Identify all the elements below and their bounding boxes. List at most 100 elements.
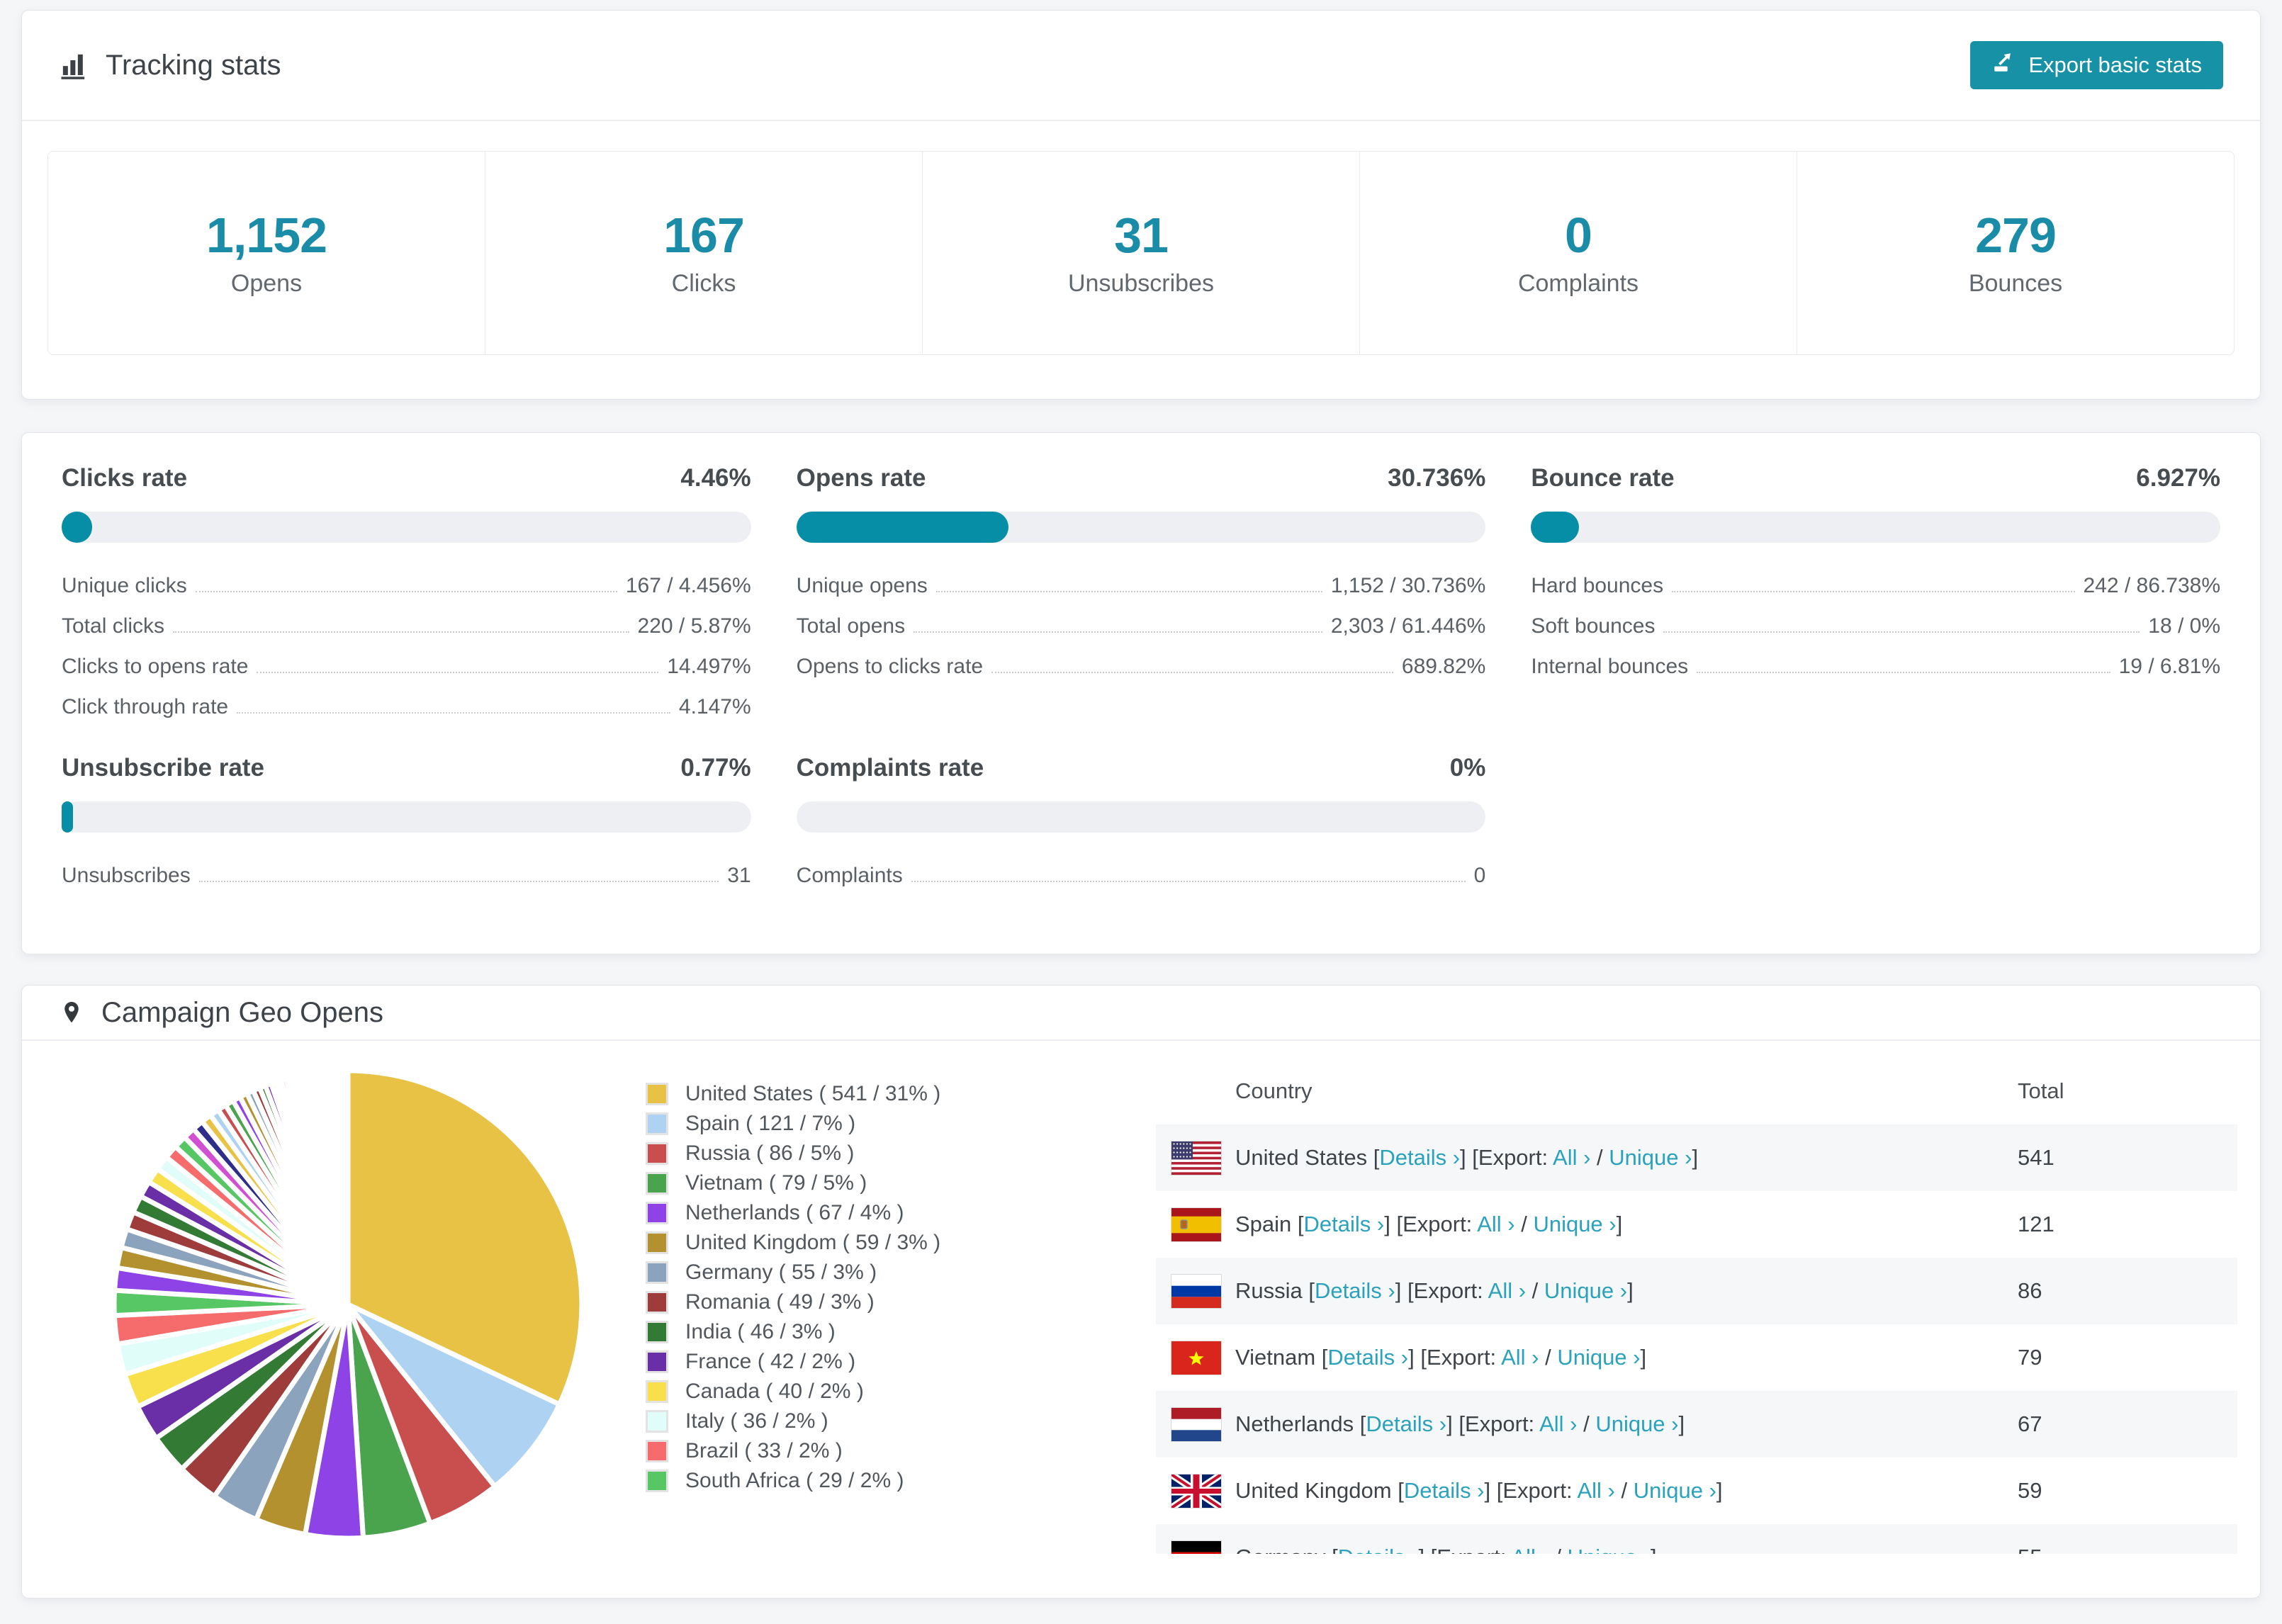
legend-swatch <box>646 1440 668 1462</box>
rate-value-complaints: 0% <box>1449 754 1486 782</box>
rate-rows-complaints: Complaints 0 <box>797 855 1486 896</box>
geo-opens-pie-chart <box>111 1068 585 1541</box>
export-basic-stats-button[interactable]: Export basic stats <box>1970 41 2223 89</box>
country-name: United Kingdom <box>1235 1478 1398 1503</box>
export-unique-link-vietnam[interactable]: Unique › <box>1557 1345 1640 1370</box>
rate-progress-fill-bounce <box>1531 512 1579 543</box>
legend-swatch <box>646 1261 668 1284</box>
rate-row-total-clicks: Total clicks 220 / 5.87% <box>62 606 751 646</box>
dotted-leader <box>1697 672 2110 673</box>
geo-table-row-germany: Germany [Details ›] [Export: All › / Uni… <box>1156 1524 2237 1554</box>
flag-cell <box>1156 1474 1235 1508</box>
country-cell-germany: Germany [Details ›] [Export: All › / Uni… <box>1235 1545 2018 1554</box>
legend-label: Vietnam ( 79 / 5% ) <box>685 1171 867 1195</box>
export-all-link-spain[interactable]: All › <box>1477 1212 1514 1236</box>
tracking-stats-title-group: Tracking stats <box>59 50 281 81</box>
flag-vn-icon <box>1171 1341 1221 1375</box>
total-cell-russia: 86 <box>2018 1278 2042 1303</box>
rate-title-clicks: Clicks rate <box>62 464 188 492</box>
rate-row-label: Soft bounces <box>1531 614 1656 638</box>
rate-head-complaints: Complaints rate 0% <box>797 755 1486 780</box>
rate-progress-fill-clicks <box>62 512 93 543</box>
export-all-link-netherlands[interactable]: All › <box>1539 1411 1577 1436</box>
geo-table-header-row: Country Total <box>1156 1058 2237 1124</box>
dotted-leader <box>935 591 1322 592</box>
export-basic-stats-label: Export basic stats <box>2028 52 2202 77</box>
rate-block-bounce: Bounce rate 6.927% Hard bounces 242 / 86.73… <box>1531 466 2220 727</box>
legend-swatch <box>646 1380 668 1403</box>
geo-table-row-netherlands: Netherlands [Details ›] [Export: All › /… <box>1156 1391 2237 1457</box>
flag-cell <box>1156 1407 1235 1441</box>
export-unique-link-spain[interactable]: Unique › <box>1533 1212 1616 1236</box>
geo-table-row-russia: Russia [Details ›] [Export: All › / Uniq… <box>1156 1258 2237 1324</box>
rate-progress-clicks <box>62 512 751 543</box>
details-link-germany[interactable]: Details › <box>1338 1545 1419 1554</box>
stat-label-bounces: Bounces <box>1968 270 2063 297</box>
rate-row-label: Total opens <box>796 614 906 638</box>
tracking-stats-header: Tracking stats Export basic stats <box>22 11 2260 121</box>
country-name: Russia <box>1235 1278 1309 1303</box>
export-all-link-germany[interactable]: All › <box>1511 1545 1548 1554</box>
total-cell-netherlands: 67 <box>2018 1411 2042 1436</box>
legend-swatch <box>646 1142 668 1165</box>
rate-row-value: 4.147% <box>678 695 751 718</box>
legend-swatch <box>646 1083 668 1105</box>
legend-label: United States ( 541 / 31% ) <box>685 1082 941 1105</box>
export-unique-link-united-kingdom[interactable]: Unique › <box>1634 1478 1716 1503</box>
rate-progress-complaints <box>796 801 1486 833</box>
rate-row-value: 167 / 4.456% <box>625 574 751 597</box>
legend-label: United Kingdom ( 59 / 3% ) <box>685 1231 941 1254</box>
rate-progress-fill-opens <box>796 512 1008 543</box>
stat-cell-bounces: 279 Bounces <box>1797 152 2234 354</box>
stat-value-unsubscribes: 31 <box>1114 208 1169 263</box>
rate-row-unsubscribes: Unsubscribes 31 <box>62 855 751 896</box>
geo-opens-body: United States ( 541 / 31% ) Spain ( 121 /… <box>22 1041 2260 1554</box>
stat-cell-opens: 1,152 Opens <box>48 152 485 354</box>
legend-swatch <box>646 1231 668 1254</box>
stat-cell-clicks: 167 Clicks <box>485 152 923 354</box>
export-all-link-russia[interactable]: All › <box>1488 1278 1526 1303</box>
legend-swatch <box>646 1350 668 1373</box>
stat-value-opens: 1,152 <box>206 208 327 263</box>
export-all-link-vietnam[interactable]: All › <box>1501 1345 1539 1370</box>
rate-rows-clicks: Unique clicks 167 / 4.456% Total clicks 220… <box>62 565 751 727</box>
export-all-link-united-states[interactable]: All › <box>1553 1145 1590 1170</box>
legend-label: Netherlands ( 67 / 4% ) <box>685 1201 904 1224</box>
details-link-russia[interactable]: Details › <box>1315 1278 1395 1303</box>
stats-row: 1,152 Opens 167 Clicks 31 Unsubscribes 0 Compla… <box>47 151 2235 355</box>
country-cell-vietnam: Vietnam [Details ›] [Export: All › / Uni… <box>1235 1345 1647 1370</box>
geo-table-row-united-states: United States [Details ›] [Export: All ›… <box>1156 1124 2237 1191</box>
flag-cell <box>1156 1141 1235 1175</box>
export-unique-link-netherlands[interactable]: Unique › <box>1595 1411 1678 1436</box>
rate-row-value: 19 / 6.81% <box>2118 655 2220 678</box>
legend-swatch <box>646 1291 668 1314</box>
rate-row-value: 0 <box>1473 864 1486 887</box>
legend-label: Romania ( 49 / 3% ) <box>685 1290 875 1314</box>
legend-item-germany: Germany ( 55 / 3% ) <box>646 1258 1113 1287</box>
export-all-link-united-kingdom[interactable]: All › <box>1577 1478 1614 1503</box>
rate-row-total-opens: Total opens 2,303 / 61.446% <box>797 606 1486 646</box>
stat-cell-complaints: 0 Complaints <box>1360 152 1797 354</box>
legend-label: Spain ( 121 / 7% ) <box>685 1112 856 1135</box>
legend-swatch <box>646 1202 668 1224</box>
rate-row-value: 18 / 0% <box>2148 614 2220 638</box>
geo-opens-table: Country Total United States [Details ›] … <box>1156 1058 2237 1554</box>
details-link-united-states[interactable]: Details › <box>1379 1145 1460 1170</box>
legend-swatch <box>646 1112 668 1135</box>
country-name: Spain <box>1235 1212 1298 1236</box>
details-link-united-kingdom[interactable]: Details › <box>1404 1478 1485 1503</box>
rates-bottom-row: Unsubscribe rate 0.77% Unsubscribes 31 Compl… <box>22 727 2260 896</box>
export-unique-link-russia[interactable]: Unique › <box>1544 1278 1627 1303</box>
export-unique-link-germany[interactable]: Unique › <box>1568 1545 1651 1554</box>
rate-row-value: 2,303 / 61.446% <box>1330 614 1486 638</box>
legend-item-india: India ( 46 / 3% ) <box>646 1317 1113 1347</box>
details-link-spain[interactable]: Details › <box>1304 1212 1385 1236</box>
geo-table-header-country: Country <box>1235 1078 1313 1103</box>
legend-item-united-states: United States ( 541 / 31% ) <box>646 1079 1113 1109</box>
export-unique-link-united-states[interactable]: Unique › <box>1609 1145 1692 1170</box>
rate-value-clicks: 4.46% <box>680 464 751 492</box>
details-link-vietnam[interactable]: Details › <box>1327 1345 1408 1370</box>
details-link-netherlands[interactable]: Details › <box>1366 1411 1446 1436</box>
tracking-stats-panel: Tracking stats Export basic stats 1,152 O… <box>21 10 2261 400</box>
export-icon <box>1991 50 2016 80</box>
